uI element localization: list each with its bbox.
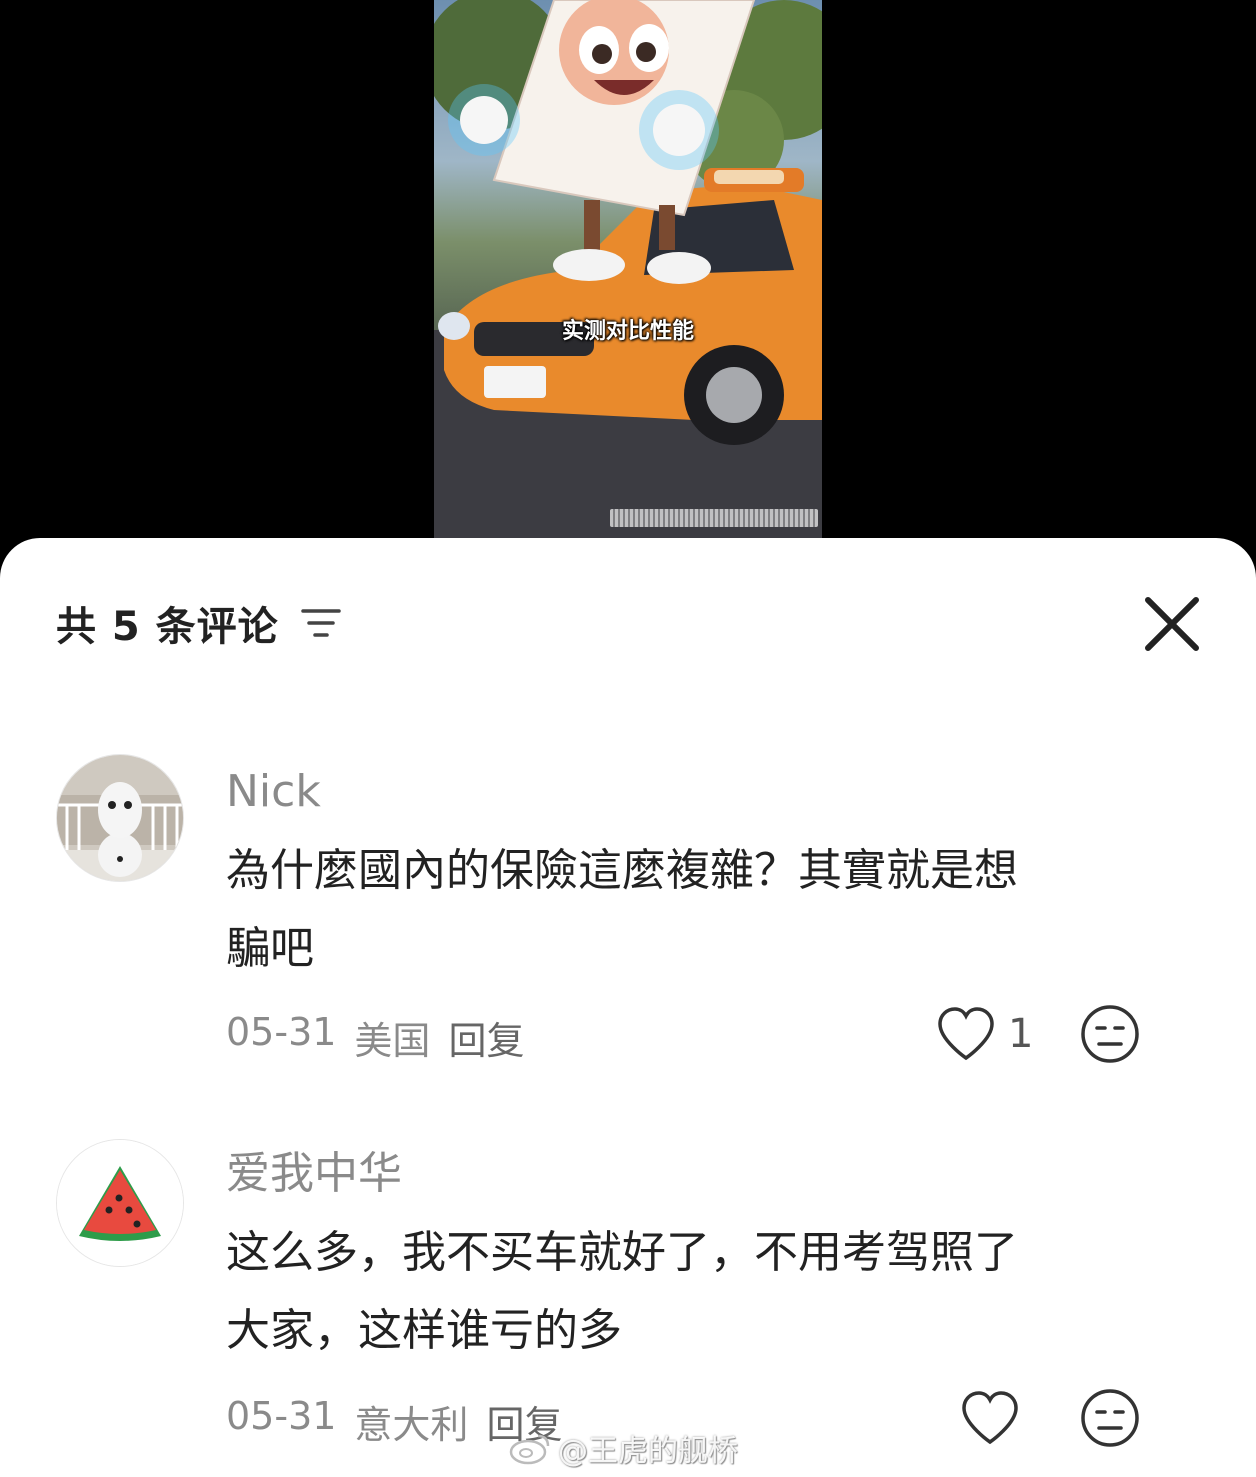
neutral-face-icon[interactable] — [1080, 1004, 1140, 1064]
comment-date: 05-31 — [226, 1394, 337, 1438]
video-thumbnail — [434, 0, 822, 538]
comment-text-line: 為什麼國內的保險這麼複雜？其實就是想 — [226, 845, 1018, 896]
comment-text-line: 騙吧 — [226, 923, 314, 974]
close-icon[interactable] — [1140, 592, 1204, 656]
like-button[interactable]: 1 — [936, 1006, 1033, 1062]
neutral-face-icon[interactable] — [1080, 1388, 1140, 1448]
comment-date: 05-31 — [226, 1010, 337, 1054]
weibo-watermark: @王虎的舰桥 — [508, 1426, 738, 1470]
comment-text-line: 大家，这样谁亏的多 — [226, 1305, 622, 1356]
comments-header: 共 5 条评论 — [56, 594, 343, 652]
snowman-avatar-image — [57, 755, 183, 881]
video-area: 实测对比性能 — [0, 0, 1256, 560]
heart-icon — [962, 1391, 1018, 1445]
video-subtitle: 实测对比性能 — [561, 319, 694, 344]
like-count: 1 — [1008, 1011, 1034, 1057]
comment-location: 美国 — [354, 1019, 431, 1063]
comment-text: 為什麼國內的保險這麼複雜？其實就是想 騙吧 — [226, 832, 1126, 988]
reply-button[interactable]: 回复 — [448, 1010, 524, 1065]
comments-sheet: 共 5 条评论 Nick 為什麼國內的保險這麼複雜？其實就是想 騙吧 05-31… — [0, 538, 1256, 1477]
avatar[interactable] — [56, 754, 184, 882]
comment-text-line: 这么多，我不买车就好了，不用考驾照了 — [226, 1227, 1018, 1278]
watermelon-avatar-image — [57, 1140, 183, 1266]
comment-username[interactable]: 爱我中华 — [226, 1144, 1126, 1204]
comment-text: 这么多，我不买车就好了，不用考驾照了 大家，这样谁亏的多 — [226, 1214, 1126, 1370]
like-button[interactable] — [960, 1390, 1020, 1446]
video-player[interactable]: 实测对比性能 — [434, 0, 822, 538]
comment-location: 意大利 — [354, 1403, 469, 1447]
weibo-logo-icon — [509, 1434, 550, 1465]
comment-username[interactable]: Nick — [226, 762, 1126, 822]
sort-filter-icon[interactable] — [299, 603, 343, 643]
comments-count-title: 共 5 条评论 — [56, 604, 279, 650]
avatar[interactable] — [56, 1139, 184, 1267]
watermark-text: @王虎的舰桥 — [558, 1434, 738, 1469]
video-progress-bar[interactable] — [610, 509, 818, 527]
heart-icon — [938, 1007, 994, 1061]
comment-meta: 05-31 美国 回复 — [226, 1010, 524, 1065]
